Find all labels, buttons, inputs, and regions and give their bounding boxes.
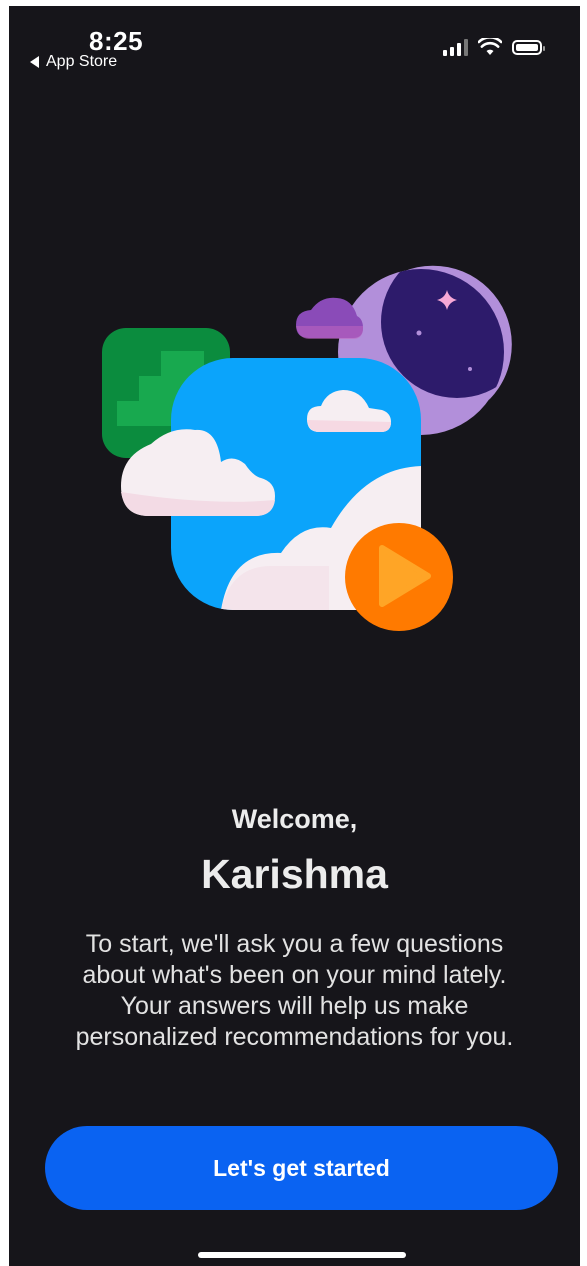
intro-line: about what's been on your mind lately. bbox=[82, 961, 507, 989]
screen: 8:25 App Store Welcome, Karishma To star… bbox=[9, 6, 580, 1266]
intro-line: To start, we'll ask you a few questions bbox=[85, 930, 504, 958]
play-icon bbox=[345, 523, 453, 631]
welcome-illustration bbox=[102, 265, 512, 631]
welcome-greeting: Welcome, bbox=[231, 804, 358, 834]
home-indicator[interactable] bbox=[198, 1252, 406, 1258]
get-started-button[interactable]: Let's get started bbox=[45, 1126, 558, 1210]
intro-line: personalized recommendations for you. bbox=[75, 1023, 514, 1051]
purple-cloud bbox=[296, 297, 363, 339]
intro-text: To start, we'll ask you a few questions … bbox=[49, 929, 540, 1053]
user-name: Karishma bbox=[201, 851, 388, 897]
intro-line: Your answers will help us make bbox=[120, 992, 469, 1020]
